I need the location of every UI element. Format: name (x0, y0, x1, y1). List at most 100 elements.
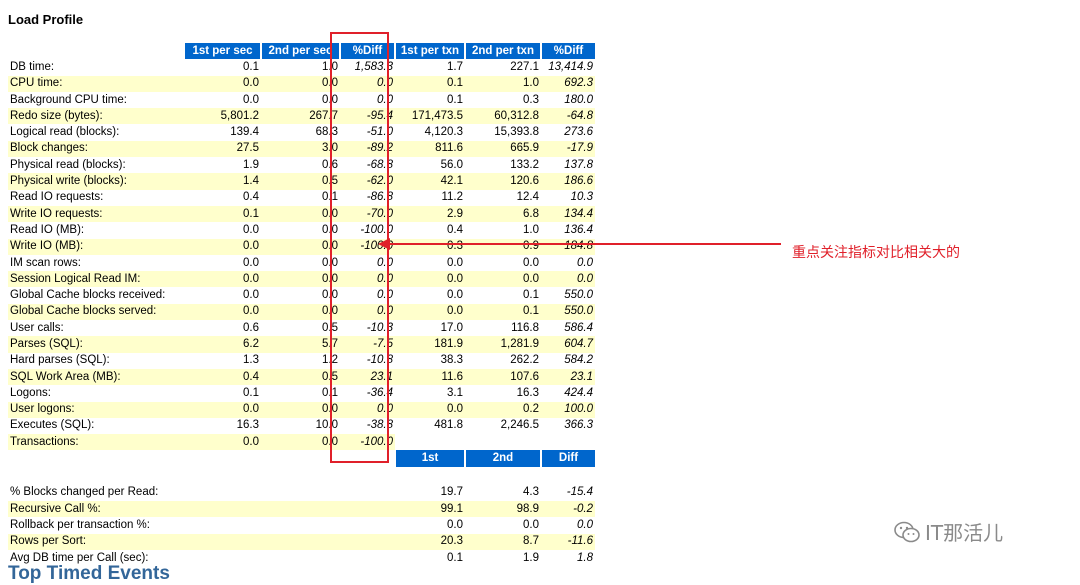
first-per-sec-cell: 27.5 (184, 140, 261, 158)
second-per-txn-cell: 0.0 (523, 256, 539, 269)
diff-per-txn-cell: 23.1 (541, 368, 595, 386)
table-row: Redo size (bytes): 5,801.2 267.7 -95.4 171,4… (8, 108, 595, 125)
first-per-sec-cell: 0.0 (184, 271, 261, 288)
diff-per-txn-cell: 584.2 (564, 354, 593, 367)
diff-per-txn-cell: 604.7 (541, 336, 595, 353)
first-value-cell: 0.1 (447, 551, 463, 564)
diff-value-cell: 1.8 (577, 551, 593, 564)
first-per-sec-cell: 1.3 (243, 354, 259, 367)
diff-per-txn-cell: 184.8 (541, 238, 595, 255)
table-row: CPU time: 0.0 0.0 0.0 0.1 1.0 692.3 (8, 75, 595, 92)
diff-per-sec-cell: 0.0 (340, 401, 395, 418)
diff-per-sec-cell: 1,583.3 (354, 60, 393, 73)
header-blank (8, 43, 184, 59)
first-per-sec-cell: 0.1 (184, 205, 261, 223)
metric-label: Global Cache blocks served: (8, 303, 184, 321)
metric-label: Write IO requests: (8, 205, 184, 223)
table-row: Read IO requests: 0.4 0.1 -86.8 11.2 12.4 10.3 (8, 190, 595, 206)
metric-label: Read IO requests: (10, 191, 104, 204)
diff-per-txn-cell: 10.3 (570, 191, 593, 204)
spacer-cell (8, 467, 595, 485)
diff-per-txn-cell: 550.0 (541, 303, 595, 321)
diff-per-txn-cell: 13,414.9 (548, 60, 593, 73)
metric-label: Parses (SQL): (8, 336, 184, 353)
second-per-sec-cell: 0.6 (322, 158, 338, 171)
first-per-txn-cell: 42.1 (395, 173, 465, 190)
first-per-txn-cell: 0.0 (447, 289, 463, 302)
first-per-sec-cell: 0.0 (184, 401, 261, 418)
diff-per-sec-cell: 0.0 (377, 93, 393, 106)
first-per-txn-cell: 181.9 (395, 336, 465, 353)
second-per-txn-cell: 1.0 (465, 75, 541, 92)
diff-per-txn-cell: 424.4 (564, 386, 593, 399)
header-2nd-per-sec: 2nd per sec (260, 43, 340, 60)
first-per-txn-cell: 171,473.5 (395, 108, 465, 125)
second-per-txn-cell: 0.3 (523, 93, 539, 106)
diff-per-txn-cell: 273.6 (564, 126, 593, 139)
first-per-txn-cell: 4,120.3 (424, 126, 463, 139)
next-section-title: Top Timed Events (8, 563, 170, 584)
second-per-txn-cell: 0.9 (465, 238, 541, 255)
first-per-sec-cell: 0.4 (184, 368, 261, 386)
metric-label: Hard parses (SQL): (10, 354, 110, 367)
metric-label: CPU time: (8, 75, 184, 92)
diff-per-txn-cell: -17.9 (541, 140, 595, 158)
ratio-label: Recursive Call %: (8, 501, 395, 518)
first-per-txn-cell: 2.9 (395, 205, 465, 223)
table-row: SQL Work Area (MB): 0.4 0.5 23.1 11.6 107.6 23… (8, 368, 595, 386)
diff-per-txn-cell: 136.4 (564, 223, 593, 236)
second-per-sec-cell: 267.7 (261, 108, 340, 125)
second-value-cell: 0.0 (523, 518, 539, 531)
second-per-txn-cell: 2,246.5 (500, 419, 539, 432)
ratio-label: % Blocks changed per Read: (10, 486, 159, 499)
first-per-sec-cell: 1.9 (243, 158, 259, 171)
diff-per-sec-cell: -95.4 (340, 108, 395, 125)
annotation-text: 重点关注指标对比相关大的 (792, 245, 960, 261)
first-per-txn-cell: 1.7 (447, 60, 463, 73)
metric-label: DB time: (10, 60, 55, 73)
second-per-txn-cell (465, 434, 541, 450)
second-per-txn-cell: 60,312.8 (465, 108, 541, 125)
second-per-txn-cell: 0.1 (465, 303, 541, 321)
sub-header-1st: 1st (394, 450, 465, 467)
first-per-sec-cell: 0.0 (184, 75, 261, 92)
header-1st-per-txn: 1st per txn (394, 43, 465, 60)
watermark-text: IT那活儿 (925, 521, 1004, 545)
second-per-sec-cell: 0.0 (261, 271, 340, 288)
diff-per-sec-cell: -51.0 (366, 126, 393, 139)
second-per-txn-cell: 227.1 (510, 60, 539, 73)
second-value-cell: 8.7 (465, 533, 541, 550)
second-per-sec-cell: 0.0 (261, 75, 340, 92)
diff-per-txn-cell: 186.6 (541, 173, 595, 190)
second-per-txn-cell: 15,393.8 (494, 126, 539, 139)
table-row: Physical write (blocks): 1.4 0.5 -62.0 42.1 1… (8, 173, 595, 190)
load-profile-table: 1st per sec 2nd per sec %Diff 1st per tx… (8, 43, 595, 566)
table-row: Physical read (blocks): 1.9 0.6 -68.8 56.0 13… (8, 157, 595, 173)
first-per-txn-cell: 0.1 (447, 93, 463, 106)
diff-per-txn-cell: -64.8 (541, 108, 595, 125)
ratio-label: Rollback per transaction %: (10, 518, 150, 531)
second-per-txn-cell: 107.6 (465, 368, 541, 386)
diff-per-sec-cell: -86.8 (366, 191, 393, 204)
first-per-txn-cell: 17.0 (440, 321, 463, 334)
second-per-txn-cell: 0.0 (465, 271, 541, 288)
table-row: Write IO requests: 0.1 0.0 -70.0 2.9 6.8 134.4 (8, 205, 595, 223)
first-per-sec-cell: 0.0 (243, 289, 259, 302)
watermark: IT那活儿 (893, 517, 1003, 546)
first-per-txn-cell: 811.6 (395, 140, 465, 158)
table-row: Block changes: 27.5 3.0 -89.2 811.6 665.9 -17.… (8, 140, 595, 158)
sub-header-2nd: 2nd (464, 450, 541, 467)
second-value-cell: 98.9 (465, 501, 541, 518)
empty-cell (340, 450, 395, 466)
diff-per-sec-cell: -38.8 (366, 419, 393, 432)
first-per-sec-cell: 139.4 (230, 126, 259, 139)
first-per-sec-cell: 0.1 (243, 386, 259, 399)
header-row: 1st per sec 2nd per sec %Diff 1st per tx… (8, 43, 595, 60)
metric-label: User calls: (10, 321, 64, 334)
second-per-sec-cell: 0.5 (322, 321, 338, 334)
second-per-sec-cell: 0.0 (322, 93, 338, 106)
diff-per-txn-cell: 586.4 (564, 321, 593, 334)
table-row: Logons: 0.1 0.1 -36.4 3.1 16.3 424.4 (8, 385, 595, 401)
second-per-sec-cell: 0.0 (261, 238, 340, 255)
second-per-sec-cell: 1.0 (322, 60, 338, 73)
